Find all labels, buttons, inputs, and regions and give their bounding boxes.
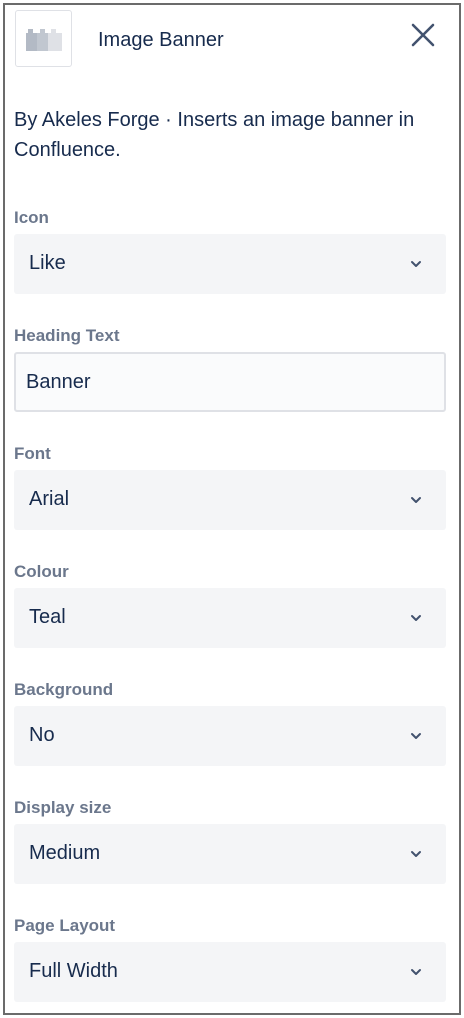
panel-header: Image Banner [5,5,459,75]
page-layout-select[interactable]: Full Width [14,942,446,1002]
chevron-down-icon [411,497,421,503]
macro-blocks-icon [15,10,72,67]
display-size-select[interactable]: Medium [14,824,446,884]
macro-description: By Akeles Forge · Inserts an image banne… [14,109,415,161]
page-layout-label: Page Layout [14,916,116,935]
background-label: Background [14,680,114,699]
icon-label: Icon [14,208,49,227]
heading-text-label: Heading Text [14,326,120,345]
chevron-down-icon [411,733,421,739]
icon-select-value: Like [29,252,66,274]
icon-select[interactable]: Like [14,234,446,294]
close-button[interactable] [405,17,441,53]
font-label: Font [14,444,51,463]
page-layout-select-value: Full Width [29,960,118,982]
background-select[interactable]: No [14,706,446,766]
chevron-down-icon [411,969,421,975]
display-size-label: Display size [14,798,112,817]
font-select-value: Arial [29,488,70,510]
chevron-down-icon [411,261,421,267]
colour-label: Colour [14,562,69,581]
display-size-select-value: Medium [29,842,101,864]
background-select-value: No [29,724,55,746]
panel-title: Image Banner [98,29,224,51]
font-select[interactable]: Arial [14,470,446,530]
macro-config-panel: Image Banner By Akeles Forge · Inserts a… [3,3,461,1015]
chevron-down-icon [411,851,421,857]
chevron-down-icon [411,615,421,621]
heading-text-input[interactable] [14,352,446,412]
colour-select[interactable]: Teal [14,588,446,648]
close-icon [411,23,435,47]
colour-select-value: Teal [29,606,66,628]
